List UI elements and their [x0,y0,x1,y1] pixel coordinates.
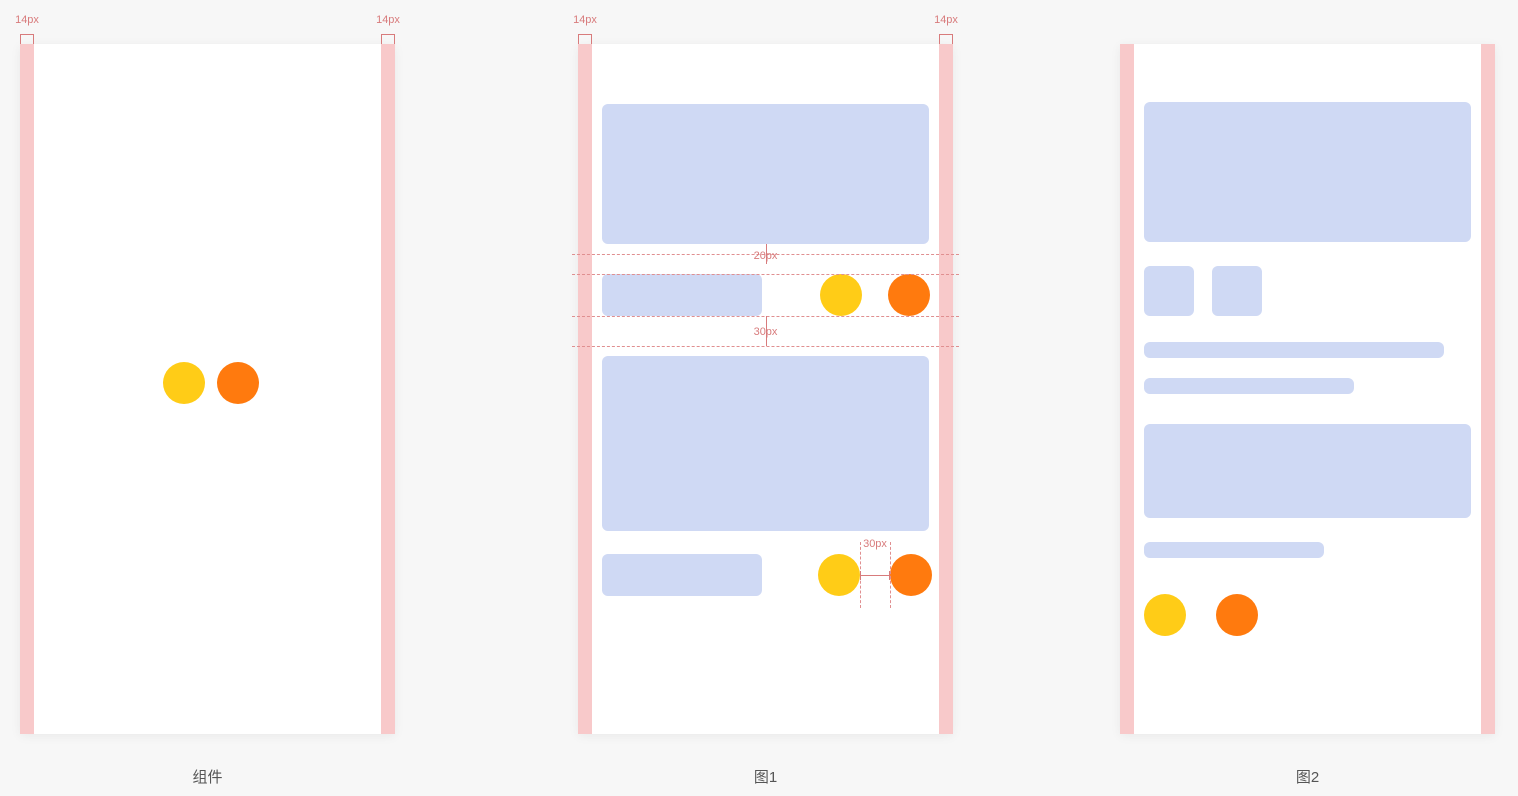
panel-3-wrap: 图2 [1120,44,1495,787]
dim-14px-left: 14px [20,18,34,44]
content-block [602,274,762,316]
content-line [1144,542,1324,558]
guide-line [572,346,959,347]
circle-yellow [1144,594,1186,636]
circle-yellow [163,362,205,404]
margin-bar-left [20,44,34,734]
circle-orange [1216,594,1258,636]
dim-label: 14px [376,14,400,26]
guide-line-vertical [890,542,891,608]
content-block [1144,102,1471,242]
content-square [1144,266,1194,316]
panel-1-caption: 组件 [192,766,222,787]
panel-1-wrap: 14px 14px 组件 [20,44,395,787]
diagram-canvas: 14px 14px 组件 14px 14px [0,0,1518,796]
circle-orange [890,554,932,596]
margin-bar-right [1481,44,1495,734]
content-line [1144,342,1444,358]
content-block [602,104,929,244]
panel-1: 14px 14px [20,44,395,734]
margin-bar-right [381,44,395,734]
margin-bar-left [1120,44,1134,734]
panel-3-caption: 图2 [1296,766,1319,787]
gap-label-20: 20px [754,250,778,262]
h-spacer-30 [860,575,890,576]
dim-14px-right: 14px [381,18,395,44]
circle-orange [888,274,930,316]
panel-3 [1120,44,1495,734]
panel-2-wrap: 14px 14px 20px 30px [578,44,953,787]
panel-2-caption: 图1 [754,766,777,787]
dim-14px-left: 14px [578,18,592,44]
gap-label-30: 30px [754,326,778,338]
circle-yellow [818,554,860,596]
panel-2: 14px 14px 20px 30px [578,44,953,734]
content-block [602,356,929,531]
content-block [602,554,762,596]
circle-gap-label: 30px [863,538,887,550]
dim-label: 14px [573,14,597,26]
content-block [1144,424,1471,518]
dim-label: 14px [15,14,39,26]
content-square [1212,266,1262,316]
dim-label: 14px [934,14,958,26]
guide-line [572,274,959,275]
circle-yellow [820,274,862,316]
circle-orange [217,362,259,404]
margin-bar-left [578,44,592,734]
margin-bar-right [939,44,953,734]
content-line [1144,378,1354,394]
dim-14px-right: 14px [939,18,953,44]
